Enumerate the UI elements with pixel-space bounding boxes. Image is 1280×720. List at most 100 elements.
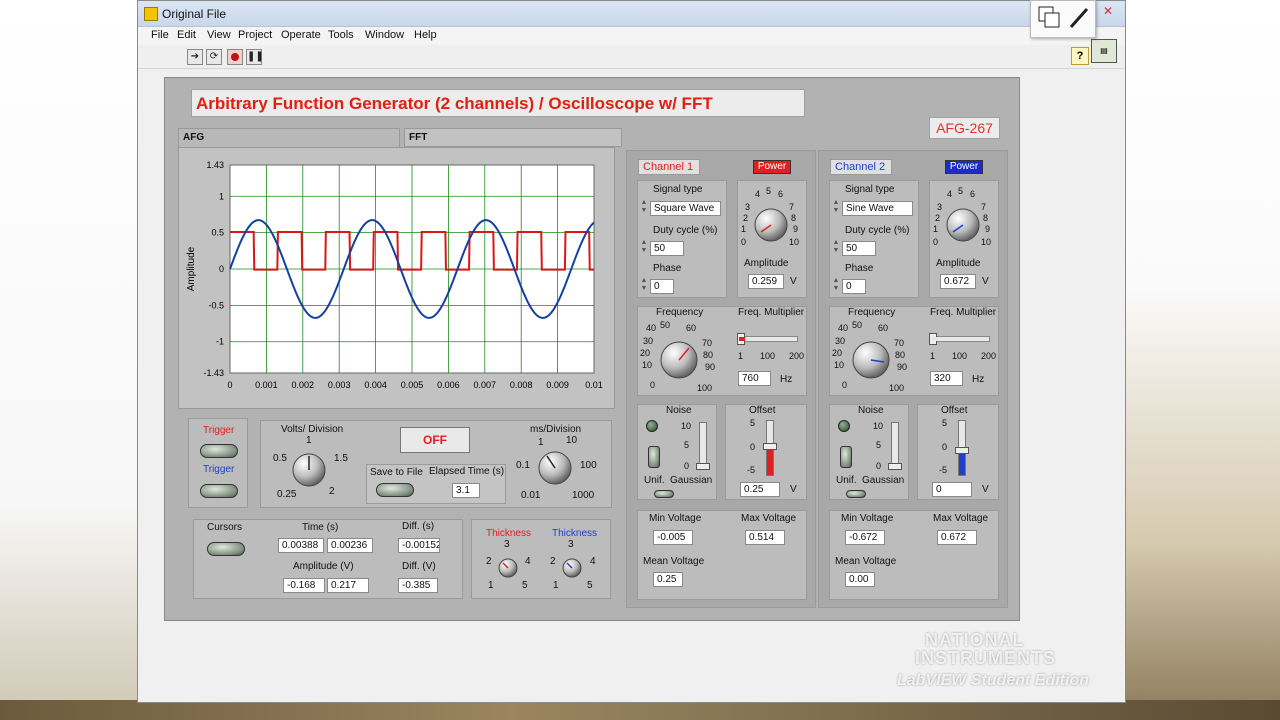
channel-1-noise-dist-toggle[interactable] <box>654 490 674 498</box>
channel-1-amplitude-knob[interactable] <box>753 207 789 246</box>
channel-2-amp-scale-4: 7 <box>981 202 987 212</box>
channel-2-signal-type-value[interactable]: Sine Wave <box>842 201 913 216</box>
channel-1-amplitude-value[interactable]: 0.259 <box>748 274 784 289</box>
channel-1-power-button[interactable]: Power <box>753 160 791 174</box>
thick1-scale-4: 4 <box>525 556 531 567</box>
channel-2-signal-type-stepper[interactable]: ▲ ▼ <box>832 199 840 217</box>
channel-1-freq-scale-0: 40 <box>646 323 657 333</box>
menu-edit[interactable]: Edit <box>177 29 196 41</box>
menu-project[interactable]: Project <box>238 29 272 41</box>
channel-1-offset-value[interactable]: 0.25 <box>740 482 780 497</box>
volts-scale-1: 1 <box>306 435 312 446</box>
channel-1-signal-type-value[interactable]: Square Wave <box>650 201 721 216</box>
channel-2-offset-slider[interactable] <box>955 420 969 476</box>
channel-2-noise-type-toggle[interactable] <box>840 446 852 468</box>
channel-2-noise-unif-label: Unif. <box>836 475 857 486</box>
channel-1-noise-type-toggle[interactable] <box>648 446 660 468</box>
channel-1-phase-label: Phase <box>653 263 682 274</box>
channel-2-freq-scale-1: 50 <box>852 320 863 330</box>
volts-division-knob[interactable] <box>291 452 327 488</box>
close-icon[interactable]: ✕ <box>1103 4 1113 18</box>
channel-2-frequency-value[interactable]: 320 <box>930 371 963 386</box>
channel-1-offset-slider[interactable] <box>763 420 777 476</box>
cursor-diff-s-label: Diff. (s) <box>402 521 435 532</box>
x-tick-label: 0.003 <box>328 380 351 390</box>
thickness-knob-1[interactable] <box>498 558 518 578</box>
channel-2-phase-value[interactable]: 0 <box>842 279 866 294</box>
desktop-right <box>1126 0 1280 720</box>
cursor-amp-2[interactable]: 0.217 <box>327 578 369 593</box>
channel-2-amp-scale-1: 5 <box>958 186 964 196</box>
trigger-toggle-2[interactable] <box>200 484 238 498</box>
channel-1-noise-label: Noise <box>666 405 692 416</box>
channel-2-amp-scale-6: 8 <box>983 213 989 223</box>
channel-2-freq-scale-7: 10 <box>834 360 845 370</box>
thickness-label-1: Thickness <box>486 528 532 539</box>
channel-1-signal-type-stepper[interactable]: ▲ ▼ <box>640 199 648 217</box>
channel-1-duty-value[interactable]: 50 <box>650 241 684 256</box>
cursor-time-2[interactable]: 0.00236 <box>327 538 373 553</box>
channel-1-max-voltage-value: 0.514 <box>745 530 785 545</box>
menu-tools[interactable]: Tools <box>328 29 354 41</box>
pause-icon[interactable]: ❚❚ <box>246 49 264 65</box>
context-help-button[interactable]: ? <box>1071 47 1089 65</box>
channel-2-offset-value[interactable]: 0 <box>932 482 972 497</box>
channel-2-offset-unit: V <box>982 484 989 495</box>
run-arrow-icon[interactable]: ➔ <box>187 49 203 65</box>
ms-division-knob[interactable] <box>537 450 573 486</box>
channel-2-noise-dist-toggle[interactable] <box>846 490 866 498</box>
channel-1-label: Channel 1 <box>638 159 700 175</box>
channel-2-phase-stepper[interactable]: ▲ ▼ <box>832 277 840 295</box>
channel-1-min-voltage-label: Min Voltage <box>649 513 702 524</box>
channel-2-min-voltage-value: -0.672 <box>845 530 885 545</box>
channel-2-frequency-unit: Hz <box>972 374 985 385</box>
toolbar: ➔ ⟳ ❚❚ ? <box>138 45 1125 69</box>
channel-2-duty-value[interactable]: 50 <box>842 241 876 256</box>
acquire-off-button[interactable]: OFF <box>400 427 470 453</box>
channel-2-freq-multiplier-slider[interactable] <box>929 333 990 345</box>
channel-1-frequency-knob[interactable] <box>659 340 699 383</box>
trigger-toggle-1[interactable] <box>200 444 238 458</box>
channel-2-power-button[interactable]: Power <box>945 160 983 174</box>
cursor-time-1[interactable]: 0.00388 <box>278 538 324 553</box>
channel-2-frequency-knob[interactable] <box>851 340 891 383</box>
tab-fft[interactable]: FFT <box>404 128 622 147</box>
channel-1-noise-scale-5: 5 <box>684 440 690 450</box>
cursor-amp-1[interactable]: -0.168 <box>283 578 325 593</box>
channel-1-phase-stepper[interactable]: ▲ ▼ <box>640 277 648 295</box>
menu-file[interactable]: File <box>151 29 169 41</box>
channel-1-noise-slider[interactable] <box>696 422 710 470</box>
channel-2-max-voltage-value: 0.672 <box>937 530 977 545</box>
save-to-file-toggle[interactable] <box>376 483 414 497</box>
cursors-label: Cursors <box>207 522 243 533</box>
channel-1-duty-stepper[interactable]: ▲ ▼ <box>640 239 648 257</box>
tab-afg[interactable]: AFG <box>178 128 400 147</box>
cursors-toggle[interactable] <box>207 542 245 556</box>
channel-1-min-voltage-value: -0.005 <box>653 530 693 545</box>
channel-1-frequency-value[interactable]: 760 <box>738 371 771 386</box>
thick1-scale-3: 3 <box>504 539 510 550</box>
menu-window[interactable]: Window <box>365 29 404 41</box>
tools-palette <box>1030 0 1096 38</box>
channel-2-freq-multiplier-label: Freq. Multiplier <box>930 307 997 318</box>
channel-2-freq-scale-6: 80 <box>895 350 906 360</box>
run-continuously-icon[interactable]: ⟳ <box>206 49 222 65</box>
channel-2-noise-slider[interactable] <box>888 422 902 470</box>
cursor-amp-label: Amplitude (V) <box>293 561 354 572</box>
channel-2-max-voltage-label: Max Voltage <box>933 513 989 524</box>
menu-help[interactable]: Help <box>414 29 437 41</box>
channel-1-offset-unit: V <box>790 484 797 495</box>
channel-1-phase-value[interactable]: 0 <box>650 279 674 294</box>
menu-view[interactable]: View <box>207 29 231 41</box>
channel-2-amplitude-value[interactable]: 0.672 <box>940 274 976 289</box>
menu-operate[interactable]: Operate <box>281 29 321 41</box>
oscilloscope-graph[interactable]: 1.43 1 0.5 0 -0.5 -1 -1.43 0 0.001 0.002 0.003 0.0… <box>181 154 611 394</box>
thickness-knob-2[interactable] <box>562 558 582 578</box>
x-tick-label: 0.001 <box>255 380 278 390</box>
channel-1-freq-multiplier-slider[interactable] <box>737 333 798 345</box>
cursor-diff-v: -0.385 <box>398 578 438 593</box>
title-bar[interactable]: Original File <box>138 1 1125 27</box>
channel-2-amplitude-knob[interactable] <box>945 207 981 246</box>
channel-2-duty-stepper[interactable]: ▲ ▼ <box>832 239 840 257</box>
abort-icon[interactable] <box>227 49 243 65</box>
